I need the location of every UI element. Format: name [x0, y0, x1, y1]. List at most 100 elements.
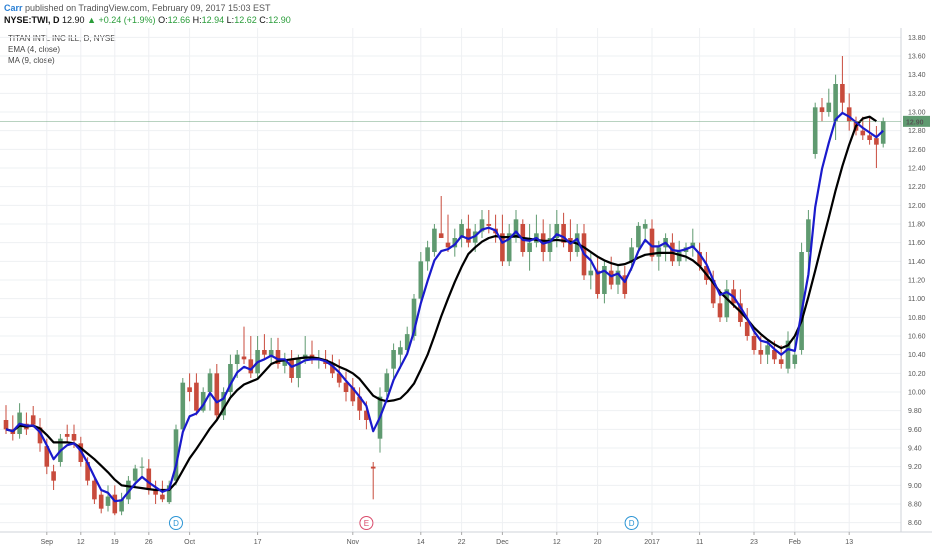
candle-body	[432, 228, 437, 252]
candle	[595, 256, 600, 299]
y-axis: 8.60 8.80 9.00 9.20 9.40 9.60 9.80 10.00 10.20 10…	[908, 35, 926, 527]
candle	[479, 210, 485, 238]
candle	[812, 102, 818, 159]
candle	[139, 457, 145, 476]
candle-body	[438, 233, 444, 238]
candle-body	[792, 354, 798, 364]
candle	[221, 387, 226, 420]
x-tick-label: Feb	[789, 539, 801, 546]
candle	[228, 354, 233, 397]
candle-body	[812, 107, 818, 154]
x-tick-label: 17	[254, 539, 262, 546]
candle-body	[445, 242, 451, 248]
candle-body	[214, 373, 220, 416]
y-tick-label: 12.60	[908, 147, 926, 154]
y-tick-label: 11.40	[908, 259, 925, 266]
y-tick-label: 10.00	[908, 390, 926, 397]
event-marker: E	[359, 516, 374, 530]
candle-body	[194, 382, 199, 411]
candle-body	[418, 261, 424, 299]
y-tick-label: 10.80	[908, 315, 926, 322]
candle-body	[642, 224, 648, 229]
event-label: D	[629, 519, 635, 528]
candle	[98, 490, 104, 514]
candle	[846, 93, 852, 131]
candle	[425, 240, 430, 271]
event-label: E	[364, 519, 369, 528]
candle	[275, 337, 281, 369]
candle	[51, 464, 56, 490]
candle	[119, 492, 124, 516]
candle-body	[160, 494, 165, 500]
candle-body	[51, 471, 56, 481]
y-tick-label: 11.60	[908, 240, 925, 247]
candle	[506, 224, 512, 266]
y-tick-label: 8.60	[908, 520, 922, 527]
candle-body	[262, 350, 267, 355]
candle	[602, 261, 607, 304]
y-tick-label: 8.80	[908, 502, 922, 509]
candle	[248, 336, 254, 378]
candle	[282, 352, 288, 374]
y-tick-label: 10.40	[908, 352, 926, 359]
grid	[0, 28, 901, 532]
candle	[568, 219, 573, 262]
candle	[819, 98, 825, 122]
candle-body	[30, 415, 36, 425]
candle-body	[860, 130, 866, 136]
y-tick-label: 9.60	[908, 427, 922, 434]
candle	[615, 266, 621, 294]
candle	[370, 462, 376, 500]
x-axis: Sep 12 19 26 Oct 17 Nov 14 22 Dec 12 20 2017 11 23 Feb 1…	[41, 532, 853, 546]
candle	[445, 214, 451, 252]
candle	[391, 343, 396, 378]
event-marker: D	[169, 516, 183, 530]
candles	[3, 56, 886, 516]
x-tick-label: 22	[458, 539, 466, 546]
price-chart[interactable]: 8.60 8.80 9.00 9.20 9.40 9.60 9.80 10.00 10.20 10…	[0, 0, 932, 550]
candle-body	[758, 350, 764, 355]
y-tick-label: 12.40	[908, 166, 926, 173]
candle-body	[874, 138, 879, 145]
candle-body	[241, 356, 247, 360]
candle-body	[289, 359, 294, 378]
candle	[534, 214, 539, 248]
x-tick-label: 2017	[644, 539, 660, 546]
candle	[262, 334, 267, 360]
candle-body	[717, 303, 723, 318]
candle	[840, 56, 845, 112]
y-tick-label: 13.20	[908, 91, 926, 98]
candle	[663, 233, 668, 262]
candle-body	[486, 224, 492, 226]
candle-body	[527, 242, 532, 252]
candle-body	[466, 228, 471, 243]
x-tick-label: 23	[750, 539, 758, 546]
candle	[343, 371, 349, 402]
candle	[438, 196, 444, 238]
candle	[466, 214, 471, 248]
x-tick-label: Sep	[41, 539, 54, 546]
candle-body	[826, 102, 832, 112]
candle-body	[139, 466, 145, 468]
candle	[527, 224, 532, 271]
x-tick-label: 13	[845, 539, 853, 546]
candle	[554, 210, 560, 248]
candle-body	[207, 373, 213, 392]
y-tick-label: 11.20	[908, 278, 925, 285]
candle	[153, 480, 158, 504]
y-tick-label: 9.20	[908, 464, 922, 471]
candle-body	[3, 420, 9, 430]
candle	[64, 424, 70, 444]
x-tick-label: 26	[145, 539, 153, 546]
y-tick-label: 12.80	[908, 128, 926, 135]
x-tick-label: 20	[594, 539, 602, 546]
candle	[187, 373, 192, 402]
x-tick-label: Oct	[184, 539, 195, 546]
y-tick-label: 9.80	[908, 408, 922, 415]
candle-body	[105, 496, 111, 506]
candle	[207, 368, 213, 411]
candle-body	[384, 373, 390, 392]
x-tick-label: Dec	[496, 539, 509, 546]
candle-body	[398, 347, 403, 355]
y-tick-label: 13.80	[908, 35, 926, 42]
